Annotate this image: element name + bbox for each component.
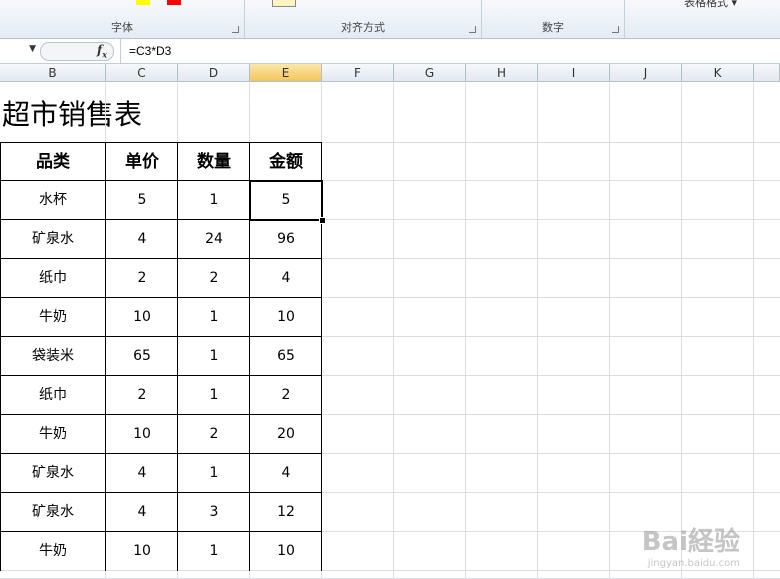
table-cell[interactable]: 65	[250, 337, 322, 376]
column-header-blank	[754, 64, 780, 82]
gridline	[537, 83, 538, 579]
table-cell[interactable]: 4	[250, 259, 322, 298]
table-cell[interactable]: 矿泉水	[0, 493, 106, 532]
column-header-c[interactable]: C	[106, 64, 178, 82]
table-cell[interactable]: 牛奶	[0, 298, 106, 337]
table-format-button[interactable]: 表格格式 ▾	[684, 0, 737, 10]
table-cell[interactable]: 4	[106, 493, 178, 532]
alignment-dialog-launcher-icon[interactable]	[469, 26, 476, 33]
number-dialog-launcher-icon[interactable]	[612, 26, 619, 33]
watermark: Bai経验 jingyan.baidu.com	[641, 527, 740, 569]
table-cell[interactable]: 2	[178, 415, 250, 454]
font-dialog-launcher-icon[interactable]	[232, 26, 239, 33]
table-cell[interactable]: 矿泉水	[0, 220, 106, 259]
table-cell[interactable]: 10	[106, 415, 178, 454]
column-header-k[interactable]: K	[682, 64, 754, 82]
column-header-j[interactable]: J	[610, 64, 682, 82]
table-cell[interactable]: 2	[106, 259, 178, 298]
formula-input[interactable]: =C3*D3	[120, 39, 780, 63]
table-cell[interactable]: 1	[178, 298, 250, 337]
sheet-title: 超市销售表	[2, 98, 143, 131]
table-cell[interactable]: 10	[250, 298, 322, 337]
table-cell[interactable]: 10	[106, 298, 178, 337]
gridline	[465, 83, 466, 579]
table-cell[interactable]: 2	[106, 376, 178, 415]
insert-function-icon[interactable]: fx	[97, 43, 107, 59]
table-cell[interactable]: 纸巾	[0, 376, 106, 415]
column-header-i[interactable]: I	[538, 64, 610, 82]
table-cell[interactable]: 4	[106, 220, 178, 259]
alignment-group-label: 对齐方式	[341, 21, 385, 34]
table-header-cell[interactable]: 单价	[106, 143, 178, 181]
column-header-g[interactable]: G	[394, 64, 466, 82]
chevron-down-icon[interactable]: ▼	[29, 44, 36, 54]
table-cell[interactable]: 牛奶	[0, 532, 106, 571]
table-cell[interactable]: 袋装米	[0, 337, 106, 376]
gridline	[609, 83, 610, 579]
table-cell[interactable]: 5	[106, 181, 178, 220]
table-cell[interactable]: 水杯	[0, 181, 106, 220]
table-cell[interactable]: 2	[250, 376, 322, 415]
fill-handle[interactable]	[319, 217, 326, 224]
table-cell[interactable]: 2	[178, 259, 250, 298]
table-cell[interactable]: 3	[178, 493, 250, 532]
column-header-b[interactable]: B	[0, 64, 106, 82]
table-cell[interactable]: 10	[250, 532, 322, 571]
gridline	[393, 83, 394, 579]
table-cell[interactable]: 1	[178, 376, 250, 415]
table-cell[interactable]: 1	[178, 532, 250, 571]
font-group: 字体	[0, 0, 245, 38]
font-group-label: 字体	[111, 21, 133, 34]
table-cell[interactable]: 1	[178, 181, 250, 220]
ribbon: 字体 对齐方式 数字 表格格式 ▾	[0, 0, 780, 39]
table-cell[interactable]: 24	[178, 220, 250, 259]
column-header-f[interactable]: F	[322, 64, 394, 82]
table-cell[interactable]: 牛奶	[0, 415, 106, 454]
name-box[interactable]: ▼	[0, 42, 38, 58]
table-cell[interactable]: 12	[250, 493, 322, 532]
table-header-cell[interactable]: 数量	[178, 143, 250, 181]
table-cell[interactable]: 矿泉水	[0, 454, 106, 493]
table-cell[interactable]: 10	[106, 532, 178, 571]
active-cell[interactable]	[249, 180, 323, 221]
column-header-h[interactable]: H	[466, 64, 538, 82]
table-cell[interactable]: 4	[106, 454, 178, 493]
table-cell[interactable]: 4	[250, 454, 322, 493]
formula-bar: ▼ fx =C3*D3	[0, 39, 780, 64]
alignment-group: 对齐方式	[245, 0, 482, 38]
function-box[interactable]: fx	[40, 42, 114, 61]
table-cell[interactable]: 65	[106, 337, 178, 376]
number-group: 数字	[482, 0, 625, 38]
table-cell[interactable]: 1	[178, 454, 250, 493]
number-group-label: 数字	[542, 21, 564, 34]
table-cell[interactable]: 20	[250, 415, 322, 454]
gridline	[753, 83, 754, 579]
column-header-e[interactable]: E	[250, 64, 322, 82]
table-cell[interactable]: 96	[250, 220, 322, 259]
gridline	[681, 83, 682, 579]
table-header-cell[interactable]: 品类	[0, 143, 106, 181]
spreadsheet-grid[interactable]: 超市销售表 品类 单价 数量 金额 水杯 5 1 5 矿泉水 4 24 96 纸巾 2 2 4 牛奶 10 1 10 袋…	[0, 83, 780, 579]
column-header-d[interactable]: D	[178, 64, 250, 82]
table-cell[interactable]: 1	[178, 337, 250, 376]
table-cell[interactable]: 纸巾	[0, 259, 106, 298]
table-header-cell[interactable]: 金额	[250, 143, 322, 181]
